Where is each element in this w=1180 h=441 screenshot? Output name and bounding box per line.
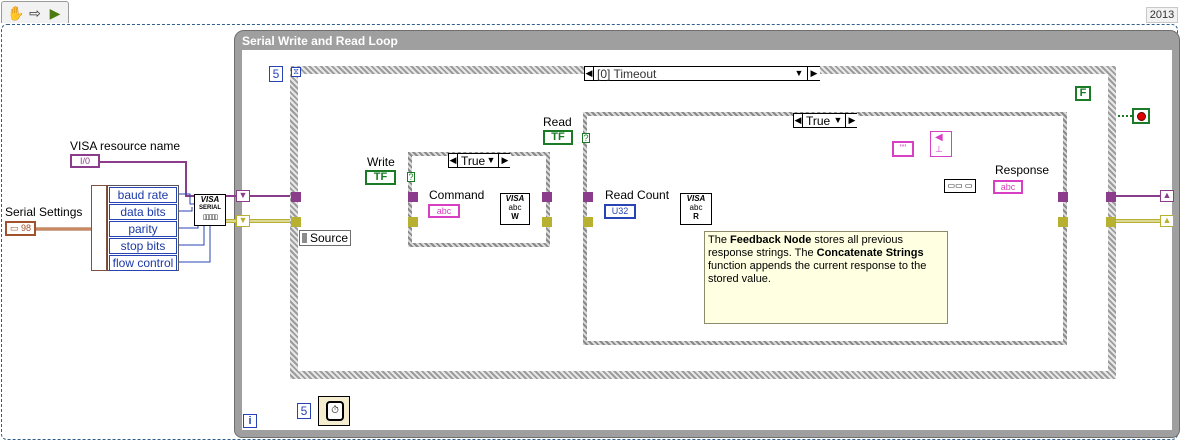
arrow-left-icon: ◀: [935, 132, 943, 143]
read-tunnel-visa-out: [1058, 192, 1068, 202]
read-tunnel-error-out: [1058, 217, 1068, 227]
chevron-left-icon[interactable]: ◀: [585, 67, 594, 80]
chevron-right-icon[interactable]: ▶: [845, 114, 858, 127]
shift-register-visa-left[interactable]: ▼: [236, 190, 250, 202]
empty-string-constant[interactable]: "": [892, 141, 914, 157]
write-case-selector[interactable]: ◀ True ▼ ▶: [448, 153, 511, 168]
read-case-selector-terminal: ?: [582, 133, 590, 143]
visa-read-vi[interactable]: VISA abc R: [680, 193, 712, 225]
visa-write-vi[interactable]: VISA abc W: [500, 193, 530, 225]
node-handle-icon: [302, 233, 307, 243]
stop-terminal[interactable]: [1132, 108, 1150, 124]
unbundle-stop-bits: stop bits: [109, 238, 177, 254]
chevron-right-icon[interactable]: ▶: [807, 67, 820, 80]
feedback-init-icon: ⊥: [935, 144, 943, 154]
write-case-selector-terminal: ?: [407, 172, 415, 182]
read-case-selector[interactable]: ◀ True ▼ ▶: [793, 113, 858, 128]
event-case-selector[interactable]: [0] Timeout ▼ ▶ ◀: [584, 66, 820, 81]
unbundle-flow-control: flow control: [109, 255, 177, 271]
concatenate-strings-function[interactable]: ▭▭ ▭: [944, 179, 976, 193]
chevron-left-icon[interactable]: ◀: [794, 114, 803, 127]
chevron-down-icon[interactable]: ▼: [832, 114, 844, 127]
read-count-label: Read Count: [605, 188, 670, 202]
read-boolean-control[interactable]: TF: [543, 130, 573, 145]
shift-register-error-right[interactable]: ▲: [1160, 215, 1174, 227]
iteration-terminal: i: [243, 414, 257, 428]
visa-resource-label: VISA resource name: [70, 139, 181, 153]
write-label: Write: [367, 155, 395, 169]
shift-register-visa-right[interactable]: ▲: [1160, 190, 1174, 202]
stop-icon: [1137, 112, 1146, 121]
event-tunnel-visa-in: [291, 192, 301, 202]
command-string-control[interactable]: abc: [428, 204, 460, 218]
read-count-control[interactable]: U32: [604, 204, 636, 219]
read-tunnel-visa-in: [583, 192, 593, 202]
event-source-node[interactable]: Source: [299, 230, 351, 246]
event-tunnel-error-out: [1106, 217, 1116, 227]
feedback-node[interactable]: ◀ ⊥: [930, 131, 952, 157]
unbundle-data-bits: data bits: [109, 204, 177, 220]
response-string-indicator: abc: [993, 180, 1023, 194]
event-tunnel-error-in: [291, 217, 301, 227]
read-label: Read: [543, 115, 572, 129]
source-label: Source: [310, 231, 349, 245]
command-label: Command: [429, 188, 485, 202]
feedback-comment: The Feedback Node stores all previous re…: [704, 231, 948, 324]
response-label: Response: [995, 163, 1050, 177]
unbundle-baud-rate: baud rate: [109, 187, 177, 203]
serial-settings-control[interactable]: ▭ 98: [5, 221, 36, 236]
unbundle-by-name[interactable]: baud rate data bits parity stop bits flo…: [107, 185, 179, 271]
write-boolean-control[interactable]: TF: [365, 170, 396, 185]
visa-configure-serial-vi[interactable]: VISA SERIAL ▯▯▯▯▯: [194, 194, 226, 226]
chevron-right-icon[interactable]: ▶: [498, 154, 511, 167]
wait-ms-constant[interactable]: 5: [297, 403, 311, 419]
write-tunnel-visa-in: [408, 192, 418, 202]
visa-resource-control[interactable]: I/0: [70, 154, 100, 168]
chevron-down-icon[interactable]: ▼: [485, 154, 497, 167]
serial-settings-label: Serial Settings: [5, 205, 83, 219]
write-tunnel-error-in: [408, 217, 418, 227]
shift-register-error-left[interactable]: ▼: [236, 215, 250, 227]
timeout-constant[interactable]: 5: [269, 66, 283, 82]
wait-ms-function[interactable]: ⏱: [318, 396, 350, 426]
timeout-terminal-icon: ⧖: [291, 67, 301, 77]
chevron-left-icon[interactable]: ◀: [449, 154, 458, 167]
read-tunnel-error-in: [583, 217, 593, 227]
write-tunnel-visa-out: [542, 192, 552, 202]
unbundle-parity: parity: [109, 221, 177, 237]
write-tunnel-error-out: [542, 217, 552, 227]
chevron-down-icon[interactable]: ▼: [793, 67, 805, 80]
clock-icon: ⏱: [326, 401, 344, 421]
unbundle-by-name-handle: [91, 185, 107, 271]
event-tunnel-visa-out: [1106, 192, 1116, 202]
event-case-label: [0] Timeout: [597, 67, 657, 81]
stop-false-constant[interactable]: F: [1075, 86, 1091, 101]
